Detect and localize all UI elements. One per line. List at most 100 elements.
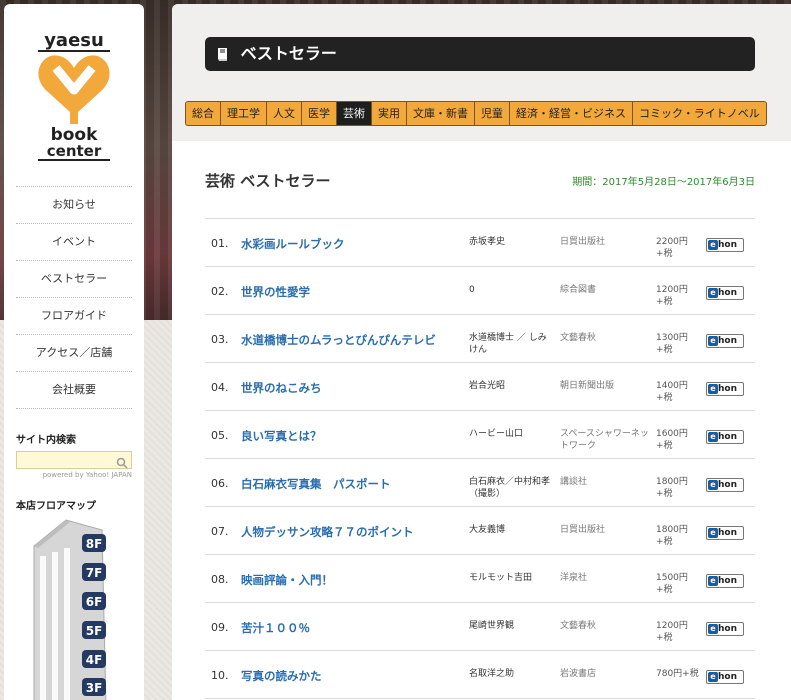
ehon-e-icon: e <box>708 288 718 298</box>
floor-map-heading: 本店フロアマップ <box>16 501 96 512</box>
tab-paperback[interactable]: 文庫・新書 <box>406 101 474 126</box>
yaesu-logo-icon: yaesu book center <box>38 30 110 161</box>
ehon-e-icon: e <box>708 624 718 634</box>
tab-art[interactable]: 芸術 <box>336 101 371 126</box>
bestseller-list: 01. 水彩画ルールブック 赤坂孝史 日貿出版社 2200円+税 e hon 02. 世界の性愛… <box>205 218 755 699</box>
list-item: 02. 世界の性愛学 0 綜合図書 1200円+税 e hon <box>205 267 755 315</box>
book-author: ハービー山口 <box>469 429 524 439</box>
ehon-button[interactable]: e hon <box>706 430 744 444</box>
book-price: 1300円+税 <box>656 333 688 355</box>
ehon-button[interactable]: e hon <box>706 526 744 540</box>
book-title-link[interactable]: 映画評論・入門！ <box>241 572 333 588</box>
tab-humanities[interactable]: 人文 <box>266 101 301 126</box>
book-title-link[interactable]: 世界の性愛学 <box>241 284 310 300</box>
ehon-button[interactable]: e hon <box>706 382 744 396</box>
search-heading: サイト内検索 <box>16 435 76 446</box>
rank-number: 05. <box>211 429 229 442</box>
book-author: 名取洋之助 <box>469 669 515 679</box>
tab-comics[interactable]: コミック・ライトノベル <box>632 101 767 126</box>
nav-item-news[interactable]: お知らせ <box>16 187 132 224</box>
book-title-link[interactable]: 水彩画ルールブック <box>241 236 345 252</box>
list-item: 08. 映画評論・入門！ モルモット吉田 洋泉社 1500円+税 e hon <box>205 555 755 603</box>
svg-text:5F: 5F <box>86 624 103 638</box>
page-title: ベストセラー <box>240 44 337 63</box>
tab-medicine[interactable]: 医学 <box>301 101 336 126</box>
book-price: 1800円+税 <box>656 525 688 547</box>
list-item: 09. 苦汁１００％ 尾崎世界観 文藝春秋 1200円+税 e hon <box>205 603 755 651</box>
search-icon[interactable] <box>116 454 128 473</box>
rank-number: 04. <box>211 381 229 394</box>
book-publisher: 講談社 <box>560 477 588 487</box>
book-price: 1200円+税 <box>656 285 688 307</box>
category-tabs: 総合 理工学 人文 医学 芸術 実用 文庫・新書 児童 経済・経営・ビジネス コ… <box>185 101 767 126</box>
tab-children[interactable]: 児童 <box>474 101 509 126</box>
rank-number: 07. <box>211 525 229 538</box>
rank-number: 10. <box>211 669 229 682</box>
ehon-button[interactable]: e hon <box>706 478 744 492</box>
ehon-e-icon: e <box>708 528 718 538</box>
list-item: 05. 良い写真とは？ ハービー山口 スペースシャワーネットワーク 1600円+税 e ho… <box>205 411 755 459</box>
ehon-e-icon: e <box>708 432 718 442</box>
ehon-button[interactable]: e hon <box>706 334 744 348</box>
book-author: モルモット吉田 <box>469 573 533 583</box>
nav-item-access[interactable]: アクセス／店舗 <box>16 335 132 372</box>
ehon-button[interactable]: e hon <box>706 286 744 300</box>
book-author: 0 <box>469 285 475 295</box>
ehon-label: hon <box>718 480 737 490</box>
tab-science[interactable]: 理工学 <box>220 101 266 126</box>
list-item: 07. 人物デッサン攻略７７のポイント 大友義博 日貿出版社 1800円+税 e hon <box>205 507 755 555</box>
ehon-e-icon: e <box>708 576 718 586</box>
rank-number: 06. <box>211 477 229 490</box>
book-title-link[interactable]: 白石麻衣写真集 パスポート <box>241 476 391 492</box>
book-title-link[interactable]: 水道橋博士のムラっとぴんぴんテレビ <box>241 332 436 348</box>
nav-item-company[interactable]: 会社概要 <box>16 372 132 409</box>
book-price: 1200円+税 <box>656 621 688 643</box>
search-powered-by: powered by Yahoo! JAPAN <box>42 471 132 479</box>
book-price: 1500円+税 <box>656 573 688 595</box>
list-item: 04. 世界のねこみち 岩合光昭 朝日新聞出版 1400円+税 e hon <box>205 363 755 411</box>
book-title-link[interactable]: 写真の読みかた <box>241 668 322 684</box>
ehon-button[interactable]: e hon <box>706 238 744 252</box>
book-title-link[interactable]: 良い写真とは？ <box>241 428 322 444</box>
ehon-e-icon: e <box>708 240 718 250</box>
tab-general[interactable]: 総合 <box>185 101 220 126</box>
book-title-link[interactable]: 世界のねこみち <box>241 380 322 396</box>
ehon-e-icon: e <box>708 384 718 394</box>
nav-item-floor-guide[interactable]: フロアガイド <box>16 298 132 335</box>
svg-text:center: center <box>47 142 102 160</box>
book-title-link[interactable]: 人物デッサン攻略７７のポイント <box>241 524 414 540</box>
page-banner: ベストセラー <box>205 37 755 71</box>
rank-number: 03. <box>211 333 229 346</box>
ehon-label: hon <box>718 624 737 634</box>
book-icon <box>215 40 231 74</box>
ehon-button[interactable]: e hon <box>706 670 744 684</box>
nav-item-events[interactable]: イベント <box>16 224 132 261</box>
svg-text:7F: 7F <box>86 566 103 580</box>
book-publisher: 日貿出版社 <box>560 237 606 247</box>
site-logo[interactable]: yaesu book center <box>4 4 144 180</box>
list-item: 10. 写真の読みかた 名取洋之助 岩波書店 780円+税 e hon <box>205 651 755 699</box>
book-price: 2200円+税 <box>656 237 688 259</box>
book-title-link[interactable]: 苦汁１００％ <box>241 620 310 636</box>
book-author: 大友義博 <box>469 525 506 535</box>
book-author: 尾崎世界観 <box>469 621 515 631</box>
rank-number: 01. <box>211 237 229 250</box>
book-publisher: スペースシャワーネットワーク <box>560 429 649 451</box>
floor-map: 8F 7F 6F 5F 4F 3F <box>26 516 126 700</box>
nav-item-bestseller[interactable]: ベストセラー <box>16 261 132 298</box>
book-publisher: 綜合図書 <box>560 285 597 295</box>
search-input[interactable] <box>17 456 113 472</box>
book-author: 赤坂孝史 <box>469 237 506 247</box>
book-publisher: 文藝春秋 <box>560 333 597 343</box>
ehon-button[interactable]: e hon <box>706 622 744 636</box>
ehon-button[interactable]: e hon <box>706 574 744 588</box>
ehon-label: hon <box>718 576 737 586</box>
book-price: 1600円+税 <box>656 429 688 451</box>
section-title: 芸術 ベストセラー <box>205 172 331 190</box>
rank-number: 09. <box>211 621 229 634</box>
tab-business[interactable]: 経済・経営・ビジネス <box>509 101 632 126</box>
tab-practical[interactable]: 実用 <box>371 101 406 126</box>
book-publisher: 岩波書店 <box>560 669 597 679</box>
ehon-label: hon <box>718 288 737 298</box>
sidebar-nav: お知らせ イベント ベストセラー フロアガイド アクセス／店舗 会社概要 <box>16 186 132 409</box>
